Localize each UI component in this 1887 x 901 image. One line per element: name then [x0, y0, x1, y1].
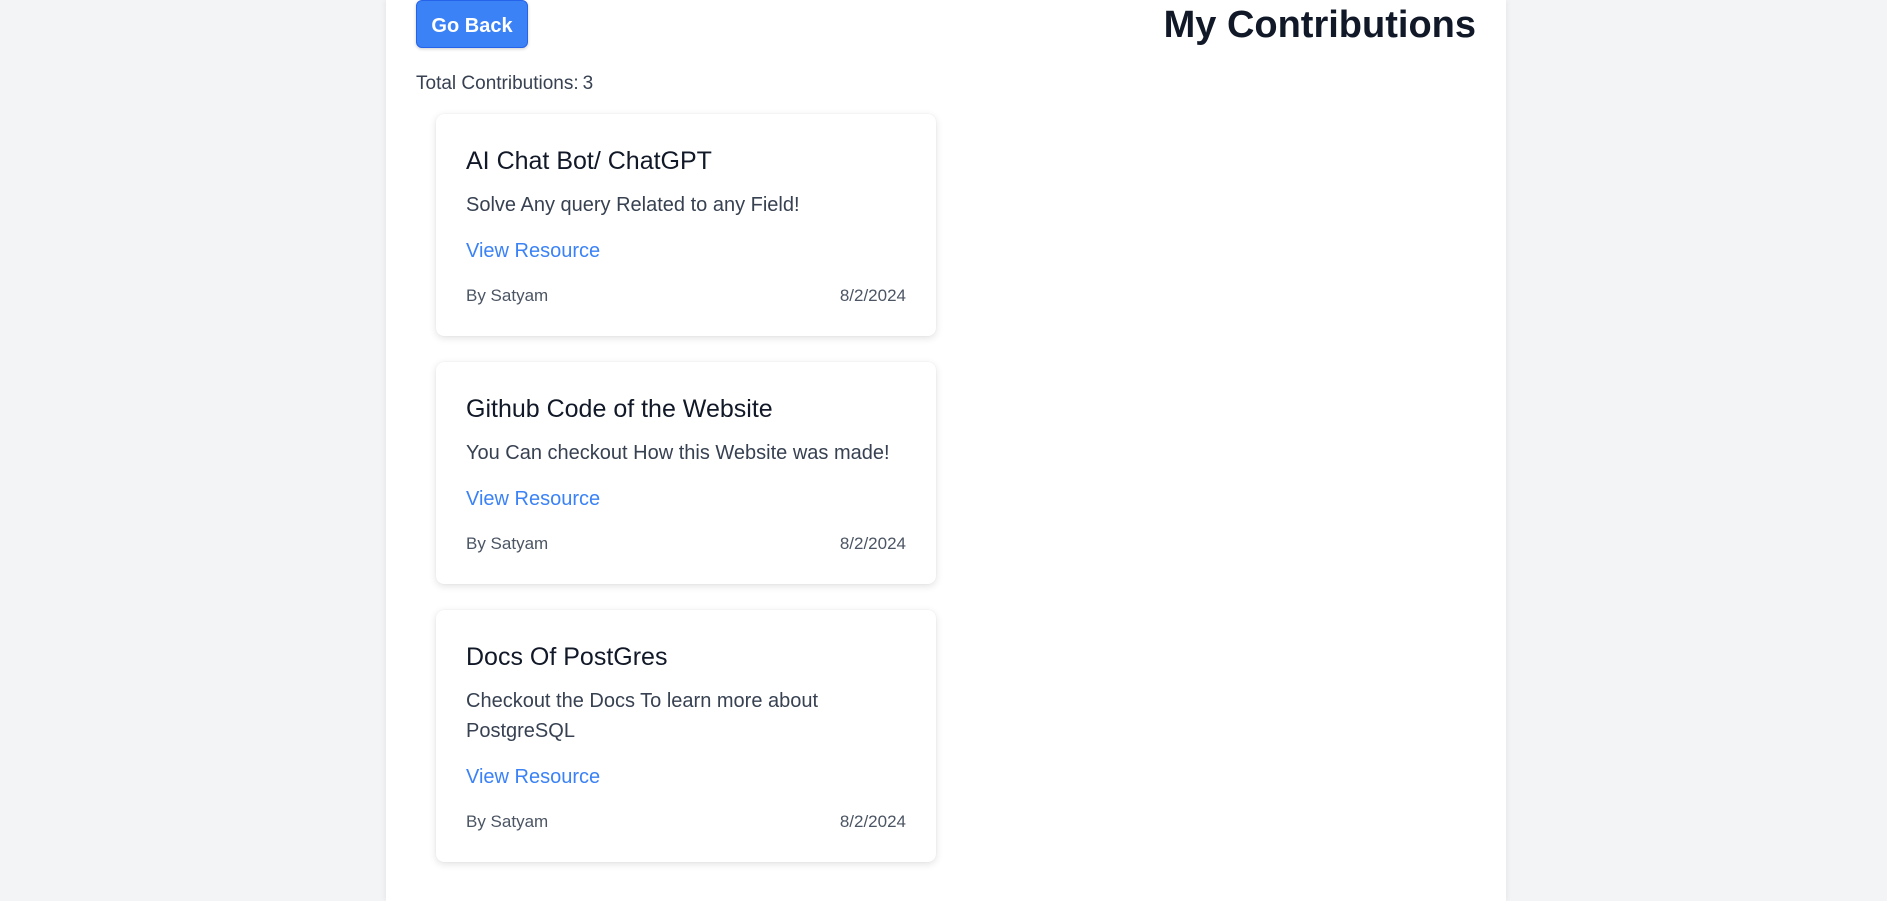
contribution-meta: By Satyam 8/2/2024	[466, 284, 906, 308]
contribution-card: Github Code of the Website You Can check…	[436, 362, 936, 584]
contribution-author: By Satyam	[466, 286, 549, 305]
go-back-button[interactable]: Go Back	[416, 0, 528, 48]
contributions-list: AI Chat Bot/ ChatGPT Solve Any query Rel…	[436, 114, 936, 888]
page-title: My Contributions	[1163, 4, 1476, 46]
view-resource-link[interactable]: View Resource	[466, 762, 600, 792]
contribution-card: AI Chat Bot/ ChatGPT Solve Any query Rel…	[436, 114, 936, 336]
contribution-title: Docs Of PostGres	[466, 643, 668, 671]
contribution-date: 8/2/2024	[839, 812, 906, 831]
contribution-meta: By Satyam 8/2/2024	[466, 532, 906, 556]
contribution-date: 8/2/2024	[839, 534, 906, 553]
contribution-description: You Can checkout How this Website was ma…	[466, 442, 890, 464]
contribution-description: Checkout the Docs To learn more about Po…	[466, 690, 819, 742]
contribution-title: AI Chat Bot/ ChatGPT	[466, 147, 712, 175]
contribution-date: 8/2/2024	[839, 286, 906, 305]
contribution-title: Github Code of the Website	[466, 395, 773, 423]
contribution-author: By Satyam	[466, 534, 549, 553]
main-content-panel: Go Back My Contributions Total Contribut…	[386, 0, 1506, 901]
contribution-author: By Satyam	[466, 812, 549, 831]
total-contributions: Total Contributions: 3	[416, 70, 593, 98]
total-contributions-count: 3	[582, 73, 594, 94]
total-contributions-label: Total Contributions:	[416, 73, 579, 94]
view-resource-link[interactable]: View Resource	[466, 236, 600, 266]
contribution-meta: By Satyam 8/2/2024	[466, 810, 906, 834]
view-resource-link[interactable]: View Resource	[466, 484, 600, 514]
contribution-card: Docs Of PostGres Checkout the Docs To le…	[436, 610, 936, 862]
contribution-description: Solve Any query Related to any Field!	[466, 194, 800, 216]
